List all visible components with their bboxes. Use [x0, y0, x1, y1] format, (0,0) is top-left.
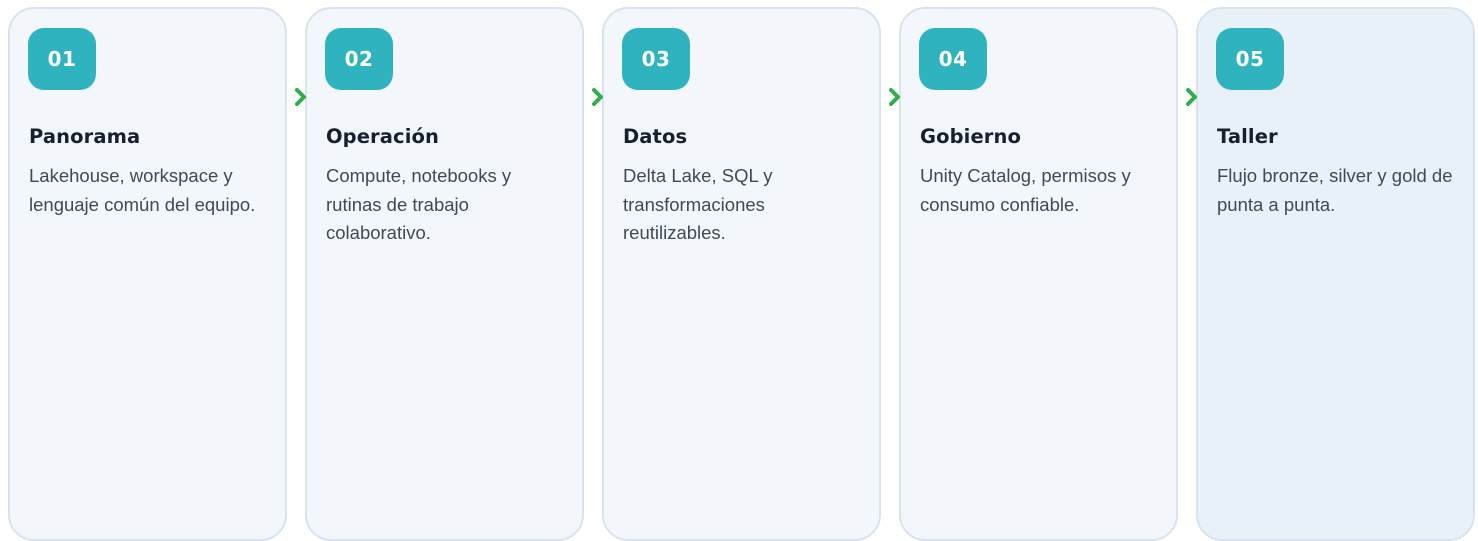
step-card-panorama: 01 Panorama Lakehouse, workspace y lengu… [8, 7, 287, 541]
step-number-badge: 04 [919, 28, 987, 90]
step-description: Delta Lake, SQL y transformaciones reuti… [623, 165, 773, 243]
step-title: Taller [1217, 125, 1278, 148]
chevron-right-icon [889, 88, 900, 106]
step-description: Flujo bronze, silver y gold de punta a p… [1217, 165, 1453, 215]
step-description: Lakehouse, workspace y lenguaje común de… [29, 165, 256, 215]
step-title: Datos [623, 125, 688, 148]
step-card-operacion: 02 Operación Compute, notebooks y rutina… [305, 7, 584, 541]
chevron-right-icon [295, 88, 306, 106]
step-title: Panorama [29, 125, 141, 148]
step-number-badge: 01 [28, 28, 96, 90]
chevron-right-icon [1186, 88, 1197, 106]
step-title: Gobierno [920, 125, 1021, 148]
step-title: Operación [326, 125, 439, 148]
step-flow: 01 Panorama Lakehouse, workspace y lengu… [8, 7, 1475, 541]
step-description: Compute, notebooks y rutinas de trabajo … [326, 165, 512, 243]
step-description: Unity Catalog, permisos y consumo confia… [920, 165, 1131, 215]
step-number-badge: 02 [325, 28, 393, 90]
step-card-gobierno: 04 Gobierno Unity Catalog, permisos y co… [899, 7, 1178, 541]
chevron-right-icon [592, 88, 603, 106]
step-card-taller: 05 Taller Flujo bronze, silver y gold de… [1196, 7, 1475, 541]
step-number-badge: 05 [1216, 28, 1284, 90]
step-number-badge: 03 [622, 28, 690, 90]
step-card-datos: 03 Datos Delta Lake, SQL y transformacio… [602, 7, 881, 541]
